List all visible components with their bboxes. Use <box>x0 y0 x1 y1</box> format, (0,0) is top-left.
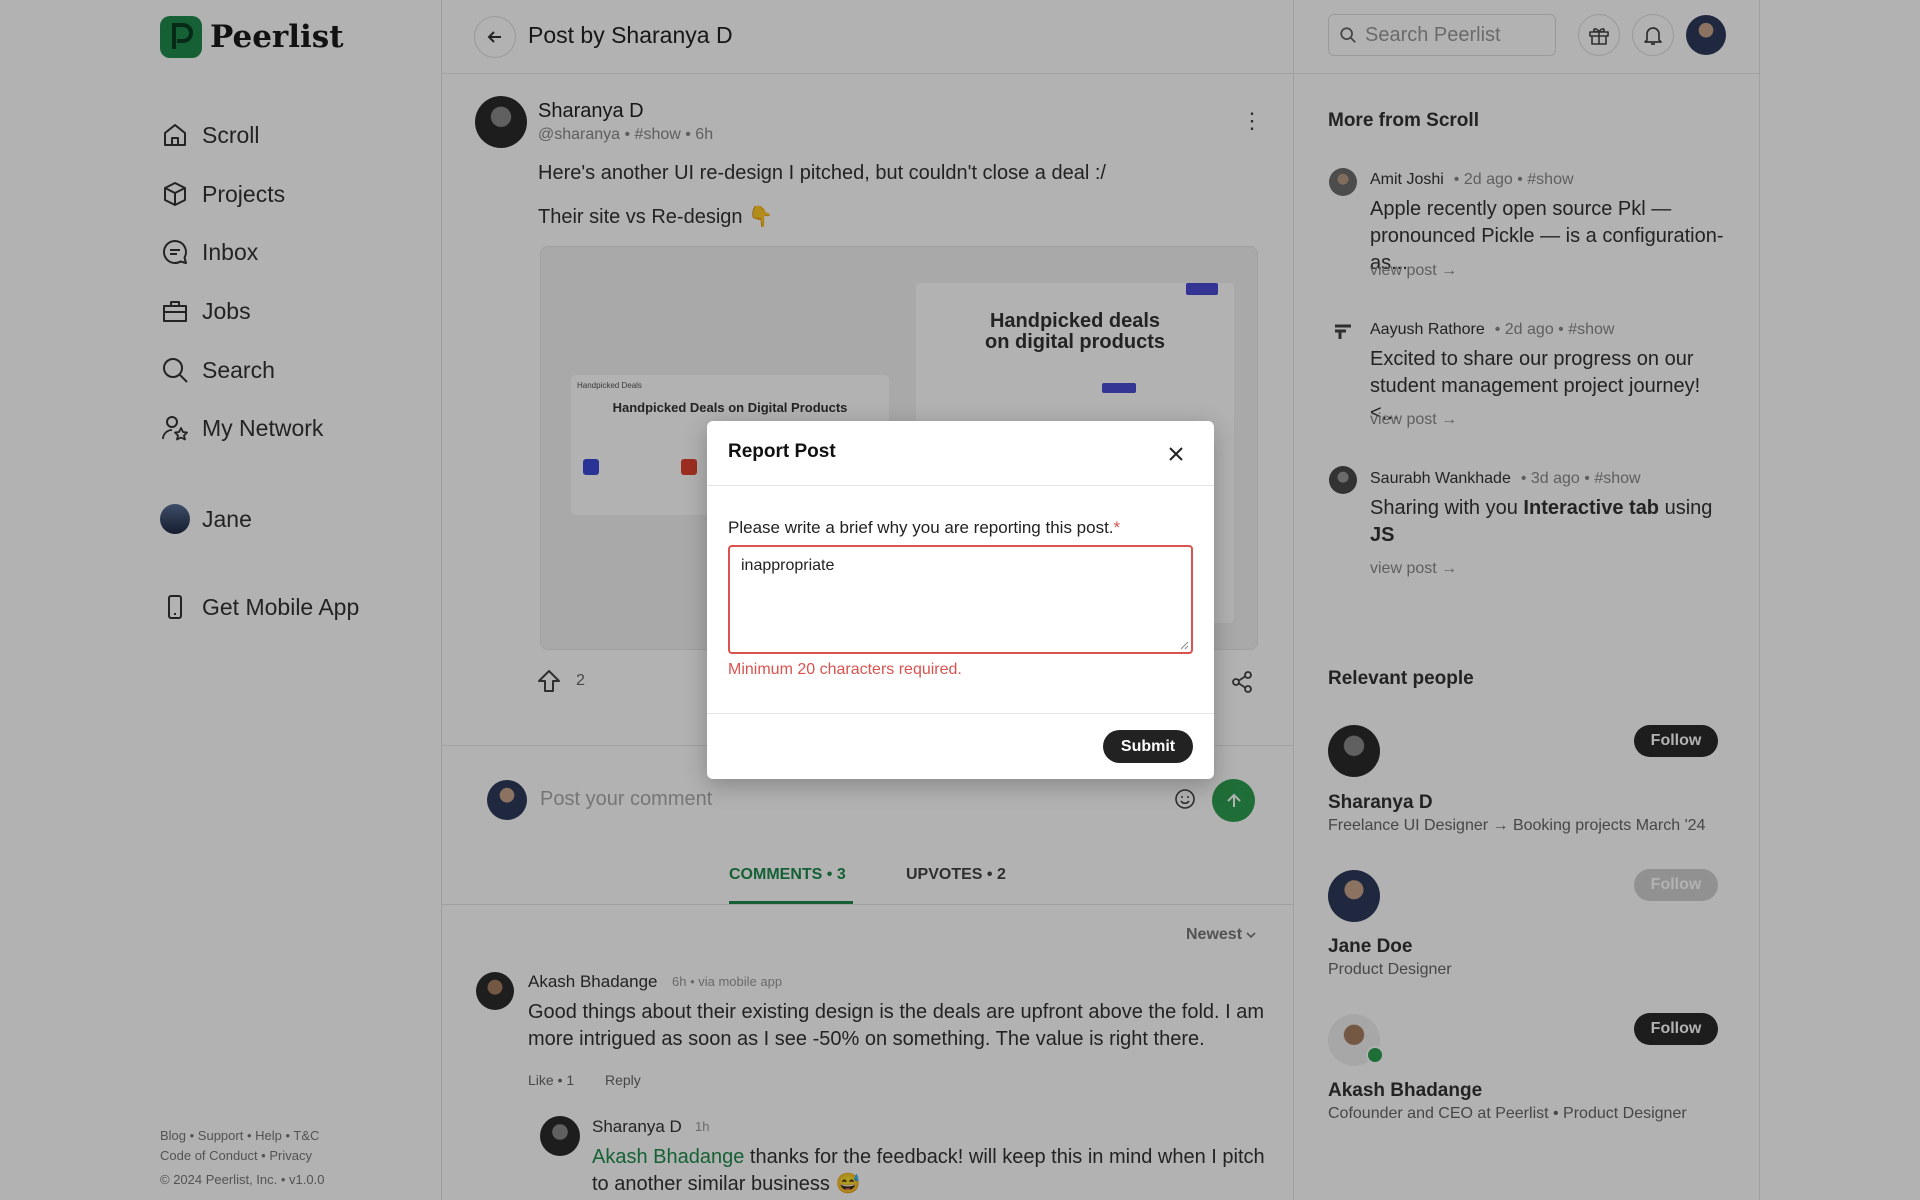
submit-button[interactable]: Submit <box>1103 730 1193 763</box>
report-modal: Report Post Please write a brief why you… <box>707 421 1214 779</box>
close-button[interactable] <box>1163 441 1189 467</box>
close-icon <box>1169 447 1183 461</box>
page: Peerlist Scroll Projects Inbox Jobs Sear… <box>0 0 1920 1200</box>
resize-handle-icon[interactable] <box>1179 640 1189 650</box>
textarea-value: inappropriate <box>741 557 835 574</box>
divider <box>707 713 1214 714</box>
divider <box>707 485 1214 486</box>
error-message: Minimum 20 characters required. <box>728 661 962 678</box>
required-mark: * <box>1113 518 1121 537</box>
label-text: Please write a brief why you are reporti… <box>728 518 1114 537</box>
report-label: Please write a brief why you are reporti… <box>728 518 1120 538</box>
report-reason-textarea[interactable]: inappropriate <box>728 545 1193 654</box>
modal-title: Report Post <box>728 441 836 462</box>
